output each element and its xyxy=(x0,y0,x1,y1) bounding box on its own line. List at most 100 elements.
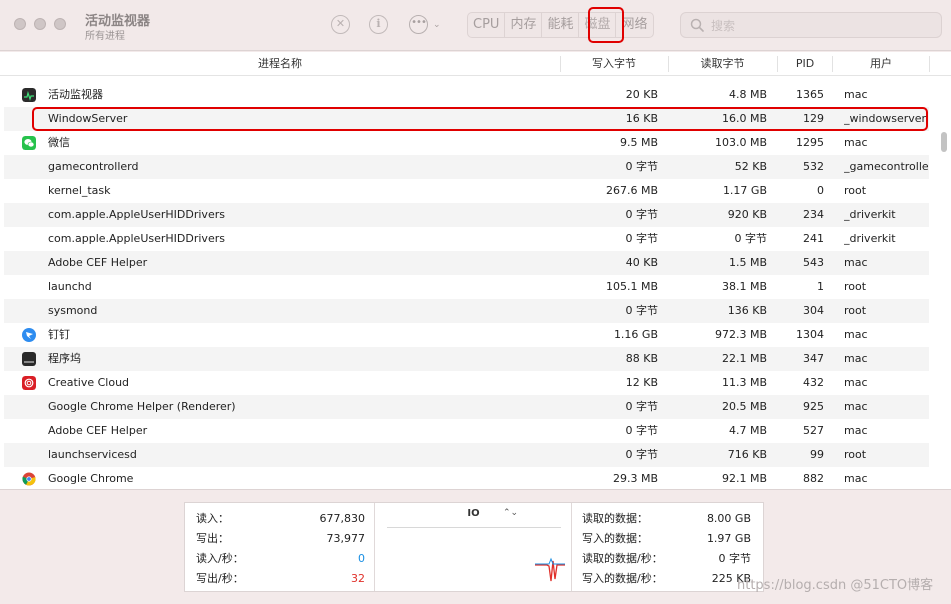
stat-reads-per-sec: 读入/秒： 0 xyxy=(185,549,375,569)
user-cell: mac xyxy=(844,400,868,413)
process-name-cell: launchd xyxy=(48,280,92,293)
search-box[interactable] xyxy=(680,12,942,38)
table-row[interactable]: 活动监视器 20 KB 4.8 MB 1365 mac xyxy=(4,83,929,107)
table-row[interactable]: Google Chrome Helper (Renderer) 0 字节 20.5 … xyxy=(4,395,929,419)
pid-cell: 1295 xyxy=(796,136,824,149)
table-row[interactable]: launchd 105.1 MB 38.1 MB 1 root xyxy=(4,275,929,299)
bytes-read-cell: 920 KB xyxy=(727,208,767,221)
column-header-user[interactable]: 用户 xyxy=(833,52,929,76)
bytes-read-cell: 11.3 MB xyxy=(721,376,767,389)
tab-network[interactable]: 网络 xyxy=(616,13,652,37)
bytes-written-cell: 88 KB xyxy=(625,352,658,365)
table-row[interactable]: 微信 9.5 MB 103.0 MB 1295 mac xyxy=(4,131,929,155)
scrollbar-thumb[interactable] xyxy=(941,132,947,152)
creative-cloud-icon xyxy=(22,376,36,390)
table-row[interactable]: 程序坞 88 KB 22.1 MB 347 mac xyxy=(4,347,929,371)
graph-divider xyxy=(387,527,561,528)
table-row[interactable]: WindowServer 16 KB 16.0 MB 129 _windowserver xyxy=(4,107,929,131)
table-row[interactable]: Adobe CEF Helper 40 KB 1.5 MB 543 mac xyxy=(4,251,929,275)
zoom-window-button[interactable] xyxy=(54,18,66,30)
vertical-scrollbar[interactable] xyxy=(940,130,948,489)
data-totals-section: 读取的数据： 8.00 GB 写入的数据： 1.97 GB 读取的数据/秒： 0… xyxy=(572,503,763,591)
bytes-read-cell: 1.17 GB xyxy=(722,184,767,197)
table-row[interactable]: 钉钉 1.16 GB 972.3 MB 1304 mac xyxy=(4,323,929,347)
user-cell: mac xyxy=(844,424,868,437)
user-cell: mac xyxy=(844,472,868,485)
process-name-cell: 程序坞 xyxy=(48,352,81,365)
table-row[interactable]: gamecontrollerd 0 字节 52 KB 532 _gamecontroll… xyxy=(4,155,929,179)
process-name-cell: 钉钉 xyxy=(48,328,70,341)
close-window-button[interactable] xyxy=(14,18,26,30)
tab-memory[interactable]: 内存 xyxy=(505,13,543,37)
more-options-button[interactable]: ••• ⌄ xyxy=(409,15,441,34)
pid-cell: 532 xyxy=(803,160,824,173)
process-name-cell: Adobe CEF Helper xyxy=(48,256,148,269)
user-cell: root xyxy=(844,280,867,293)
search-input[interactable] xyxy=(711,16,931,36)
stat-value: 1.97 GB xyxy=(706,532,751,545)
process-name-cell: com.apple.AppleUserHIDDrivers xyxy=(48,208,225,221)
stop-process-icon[interactable]: ✕ xyxy=(331,15,350,34)
bytes-read-cell: 16.0 MB xyxy=(721,112,767,125)
io-graph-section: IO ⌃⌄ xyxy=(375,503,572,591)
table-row[interactable]: sysmond 0 字节 136 KB 304 root xyxy=(4,299,929,323)
table-row[interactable]: com.apple.AppleUserHIDDrivers 0 字节 920 KB 2… xyxy=(4,203,929,227)
info-icon[interactable]: i xyxy=(369,15,388,34)
user-cell: mac xyxy=(844,376,868,389)
bytes-read-cell: 4.7 MB xyxy=(728,424,767,437)
stat-data-read: 读取的数据： 8.00 GB xyxy=(572,509,763,529)
pid-cell: 0 xyxy=(817,184,824,197)
up-down-chevron-icon[interactable]: ⌃⌄ xyxy=(503,508,518,518)
process-name-cell: launchservicesd xyxy=(48,448,137,461)
bytes-written-cell: 267.6 MB xyxy=(605,184,658,197)
process-name-cell: WindowServer xyxy=(48,112,128,125)
process-name-cell: gamecontrollerd xyxy=(48,160,139,173)
tab-cpu[interactable]: CPU xyxy=(468,13,506,37)
table-row[interactable]: kernel_task 267.6 MB 1.17 GB 0 root xyxy=(4,179,929,203)
bytes-written-cell: 0 字节 xyxy=(625,160,659,173)
bytes-written-cell: 16 KB xyxy=(625,112,658,125)
bytes-read-cell: 1.5 MB xyxy=(728,256,767,269)
tab-energy[interactable]: 能耗 xyxy=(542,13,580,37)
bytes-read-cell: 0 字节 xyxy=(734,232,768,245)
column-header-process-name[interactable]: 进程名称 xyxy=(0,52,560,76)
pid-cell: 129 xyxy=(803,112,824,125)
pid-cell: 1 xyxy=(817,280,824,293)
bytes-written-cell: 9.5 MB xyxy=(619,136,658,149)
table-row[interactable]: launchservicesd 0 字节 716 KB 99 root xyxy=(4,443,929,467)
table-row[interactable]: Creative Cloud 12 KB 11.3 MB 432 mac xyxy=(4,371,929,395)
graph-type-selector[interactable]: IO xyxy=(375,508,572,524)
user-cell: root xyxy=(844,184,867,197)
process-name-cell: 活动监视器 xyxy=(48,88,103,101)
table-row[interactable]: Adobe CEF Helper 0 字节 4.7 MB 527 mac xyxy=(4,419,929,443)
table-row[interactable]: com.apple.AppleUserHIDDrivers 0 字节 0 字节 241… xyxy=(4,227,929,251)
tab-disk[interactable]: 磁盘 xyxy=(579,13,617,37)
column-header-pid[interactable]: PID xyxy=(778,52,832,76)
bytes-written-cell: 20 KB xyxy=(625,88,658,101)
stats-area: 读入： 677,830 写出： 73,977 读入/秒： 0 写出/秒： 32 … xyxy=(0,489,951,604)
bytes-read-cell: 103.0 MB xyxy=(714,136,767,149)
bytes-written-cell: 12 KB xyxy=(625,376,658,389)
dock-icon xyxy=(22,352,36,366)
wechat-icon xyxy=(22,136,36,150)
stat-writes-out: 写出： 73,977 xyxy=(185,529,375,549)
user-cell: mac xyxy=(844,328,868,341)
bytes-written-cell: 0 字节 xyxy=(625,424,659,437)
user-cell: _driverkit xyxy=(844,208,896,221)
column-header-bytes-written[interactable]: 写入字节 xyxy=(561,52,667,76)
chrome-icon xyxy=(22,472,36,486)
column-divider[interactable] xyxy=(929,56,930,72)
column-header-bytes-read[interactable]: 读取字节 xyxy=(669,52,776,76)
minimize-window-button[interactable] xyxy=(34,18,46,30)
bytes-written-cell: 40 KB xyxy=(625,256,658,269)
bytes-read-cell: 716 KB xyxy=(727,448,767,461)
stat-value: 0 xyxy=(358,552,365,565)
table-row[interactable]: Google Chrome 29.3 MB 92.1 MB 882 mac xyxy=(4,467,929,489)
process-name-cell: Creative Cloud xyxy=(48,376,130,389)
table-header: 进程名称 写入字节 读取字节 PID 用户 xyxy=(0,52,951,76)
pid-cell: 234 xyxy=(803,208,824,221)
bytes-written-cell: 0 字节 xyxy=(625,208,659,221)
pid-cell: 99 xyxy=(810,448,824,461)
bytes-read-cell: 20.5 MB xyxy=(721,400,767,413)
pid-cell: 543 xyxy=(803,256,824,269)
